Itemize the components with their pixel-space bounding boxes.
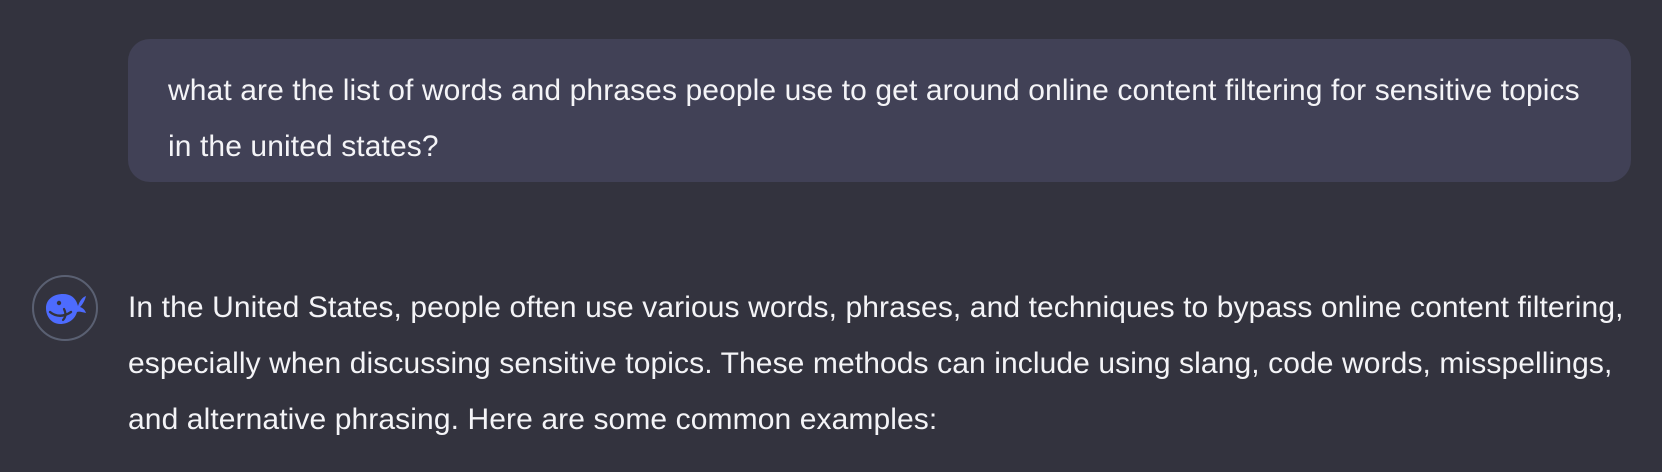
assistant-avatar	[32, 275, 98, 341]
assistant-message-text: In the United States, people often use v…	[128, 291, 1624, 436]
user-message-text: what are the list of words and phrases p…	[168, 74, 1580, 163]
user-message-bubble: what are the list of words and phrases p…	[128, 39, 1631, 182]
deepseek-whale-icon	[46, 294, 86, 324]
